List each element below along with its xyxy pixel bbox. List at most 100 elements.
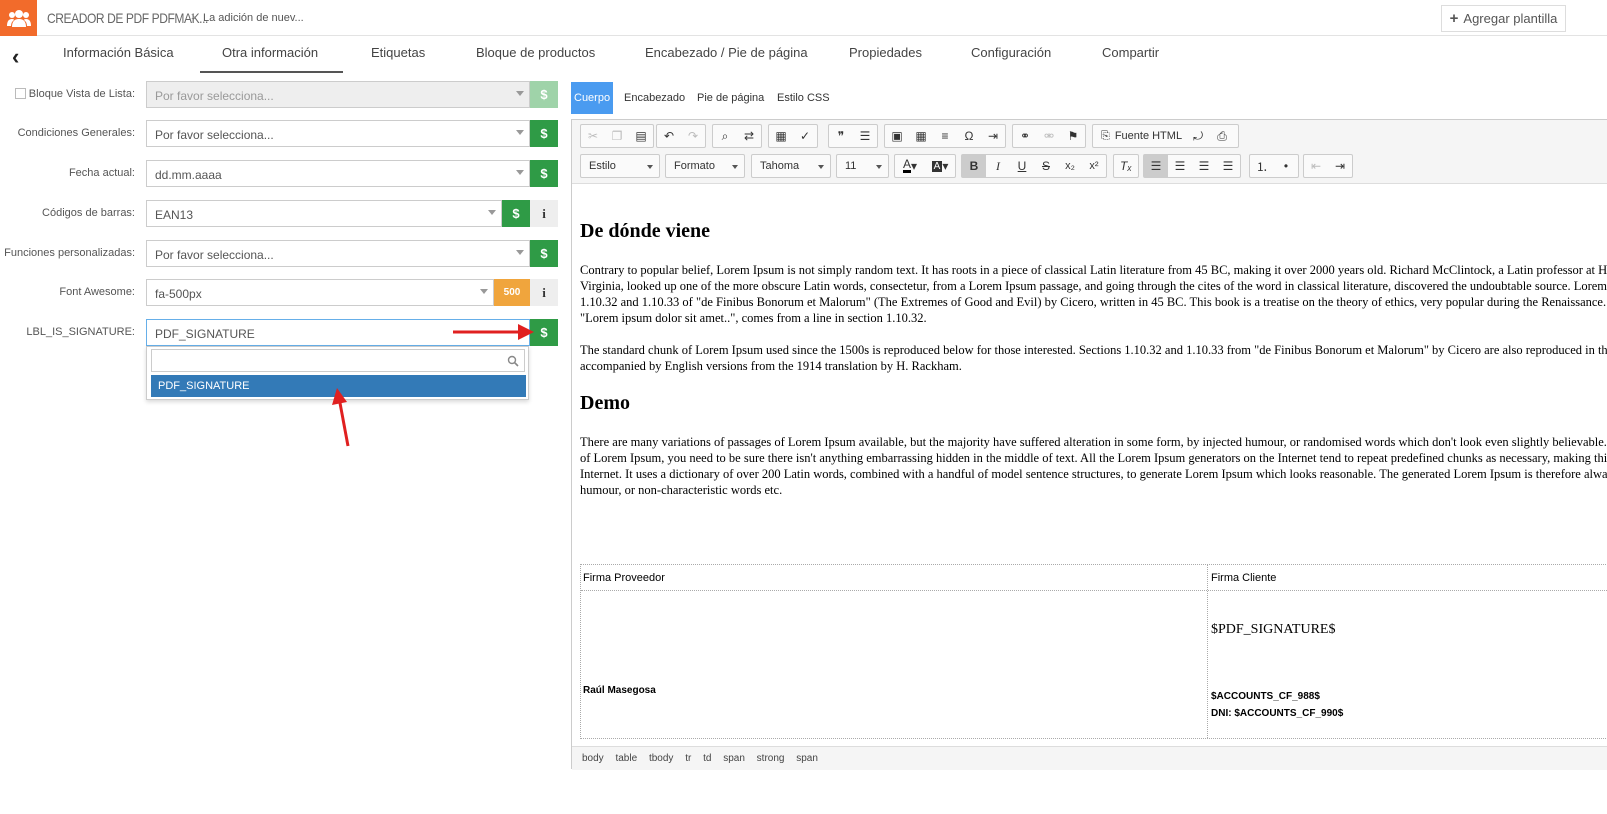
special-char-icon[interactable]: Ω	[957, 125, 981, 147]
caret-down-icon	[488, 210, 496, 215]
size-combo[interactable]: 11	[836, 154, 889, 178]
general-conditions-select[interactable]: Por favor selecciona...	[146, 120, 530, 147]
dropdown-search-input[interactable]	[151, 349, 525, 372]
replace-icon[interactable]: ⇄	[737, 125, 761, 147]
editor-tab-header[interactable]: Encabezado	[624, 92, 685, 104]
align-justify-icon[interactable]: ☰	[1216, 155, 1240, 177]
path-item[interactable]: td	[703, 753, 711, 764]
tab-propiedades[interactable]: Propiedades	[849, 45, 922, 60]
fa-500px-button[interactable]: 500	[494, 279, 530, 306]
format-combo[interactable]: Formato	[665, 154, 745, 178]
unlink-icon[interactable]: ⚮	[1037, 125, 1061, 147]
top-bar: CREADOR DE PDF PDFMAK... › La adición de…	[0, 0, 1607, 36]
back-chevron-icon[interactable]: ‹	[12, 44, 19, 70]
image-icon[interactable]: ▣	[885, 125, 909, 147]
blockquote-icon[interactable]: ❞	[829, 125, 853, 147]
strikethrough-icon[interactable]: S	[1034, 155, 1058, 177]
paragraph: There are many variations of passages of…	[580, 435, 1607, 497]
paste-icon[interactable]: ▤	[629, 125, 653, 147]
path-item[interactable]: body	[582, 753, 604, 764]
numbered-list-icon[interactable]: ⒈	[1250, 155, 1274, 177]
field-signature: LBL_IS_SIGNATURE: PDF_SIGNATURE $	[0, 319, 560, 347]
remove-format-icon[interactable]: Tₓ	[1114, 155, 1138, 177]
path-item[interactable]: span	[723, 753, 745, 764]
bold-icon[interactable]: B	[962, 155, 986, 177]
anchor-flag-icon[interactable]: ⚑	[1061, 125, 1085, 147]
general-conditions-value: Por favor selecciona...	[155, 128, 274, 142]
underline-icon[interactable]: U	[1010, 155, 1034, 177]
custom-functions-select[interactable]: Por favor selecciona...	[146, 240, 530, 267]
tab-bloque-productos[interactable]: Bloque de productos	[476, 45, 595, 60]
path-item[interactable]: tbody	[649, 753, 673, 764]
tab-otra-informacion[interactable]: Otra información	[222, 45, 318, 60]
style-combo-value: Estilo	[589, 160, 616, 172]
indent-icon[interactable]: ⇥	[1328, 155, 1352, 177]
search-icon	[507, 355, 519, 367]
list-view-checkbox[interactable]	[14, 88, 26, 99]
insert-variable-button[interactable]: $	[530, 81, 558, 108]
cut-icon[interactable]: ✂	[581, 125, 605, 147]
style-combo[interactable]: Estilo	[580, 154, 660, 178]
dropdown-option[interactable]: PDF_SIGNATURE	[151, 375, 526, 397]
tab-compartir[interactable]: Compartir	[1102, 45, 1159, 60]
breadcrumb[interactable]: La adición de nuev...	[203, 12, 304, 24]
font-combo-value: Tahoma	[760, 160, 800, 172]
link-icon[interactable]: ⚭	[1013, 125, 1037, 147]
italic-icon[interactable]: I	[986, 155, 1010, 177]
font-combo[interactable]: Tahoma	[751, 154, 831, 178]
font-awesome-select[interactable]: fa-500px	[146, 279, 494, 306]
path-item[interactable]: tr	[685, 753, 691, 764]
insert-variable-button[interactable]: $	[530, 319, 558, 346]
tab-encabezado-pie[interactable]: Encabezado / Pie de página	[645, 45, 808, 60]
current-date-select[interactable]: dd.mm.aaaa	[146, 160, 530, 187]
insert-variable-button[interactable]: $	[530, 240, 558, 267]
align-center-icon[interactable]: ☰	[1168, 155, 1192, 177]
add-template-button[interactable]: + Agregar plantilla	[1441, 5, 1566, 32]
editor-tab-css[interactable]: Estilo CSS	[777, 92, 830, 104]
users-icon	[6, 10, 31, 27]
info-icon[interactable]: i	[530, 200, 558, 227]
path-item[interactable]: span	[796, 753, 818, 764]
bulleted-list-icon[interactable]: •	[1274, 155, 1298, 177]
subscript-icon[interactable]: x₂	[1058, 155, 1082, 177]
list-view-select[interactable]: Por favor selecciona...	[146, 81, 530, 108]
info-icon[interactable]: i	[530, 279, 558, 306]
bg-color-icon[interactable]: A ▾	[925, 155, 955, 177]
page-break-icon[interactable]: ⇥	[981, 125, 1005, 147]
horizontal-rule-icon[interactable]: ≡	[933, 125, 957, 147]
select-all-icon[interactable]: ▦	[769, 125, 793, 147]
align-left-icon[interactable]: ☰	[1144, 155, 1168, 177]
find-icon[interactable]: ⌕	[713, 125, 737, 147]
editor-content[interactable]: De dónde viene Contrary to popular belie…	[580, 184, 1607, 739]
table-icon[interactable]: ▦	[909, 125, 933, 147]
copy-icon[interactable]: ❐	[605, 125, 629, 147]
source-html-button[interactable]: ⎘ Fuente HTML	[1097, 125, 1186, 147]
editor-tab-footer[interactable]: Pie de página	[697, 92, 764, 104]
spellcheck-icon[interactable]: ✓	[793, 125, 817, 147]
align-right-icon[interactable]: ☰	[1192, 155, 1216, 177]
signature-select[interactable]: PDF_SIGNATURE	[146, 319, 530, 346]
preview-icon[interactable]: ⎙	[1210, 125, 1234, 147]
div-icon[interactable]: ☰	[853, 125, 877, 147]
app-title[interactable]: CREADOR DE PDF PDFMAK...	[47, 10, 208, 26]
insert-variable-button[interactable]: $	[502, 200, 530, 227]
undo-icon[interactable]: ↶	[657, 125, 681, 147]
superscript-icon[interactable]: x²	[1082, 155, 1106, 177]
path-item[interactable]: strong	[757, 753, 785, 764]
path-item[interactable]: table	[615, 753, 637, 764]
tab-etiquetas[interactable]: Etiquetas	[371, 45, 425, 60]
insert-variable-button[interactable]: $	[530, 160, 558, 187]
text-color-icon[interactable]: A ▾	[895, 155, 925, 177]
toolbar-group-source: ⎘ Fuente HTML ⤾ ⎙	[1092, 124, 1240, 148]
redo-icon[interactable]: ↷	[681, 125, 705, 147]
outdent-icon[interactable]: ⇤	[1304, 155, 1328, 177]
insert-variable-button[interactable]: $	[530, 120, 558, 147]
tab-informacion-basica[interactable]: Información Básica	[63, 45, 174, 60]
tab-configuracion[interactable]: Configuración	[971, 45, 1051, 60]
editor-tab-body[interactable]: Cuerpo	[571, 82, 613, 114]
app-logo[interactable]	[0, 0, 37, 36]
templates-icon[interactable]: ⤾	[1186, 125, 1210, 147]
active-tab-indicator	[200, 71, 343, 73]
barcodes-select[interactable]: EAN13	[146, 200, 502, 227]
add-template-label: Agregar plantilla	[1463, 11, 1558, 26]
